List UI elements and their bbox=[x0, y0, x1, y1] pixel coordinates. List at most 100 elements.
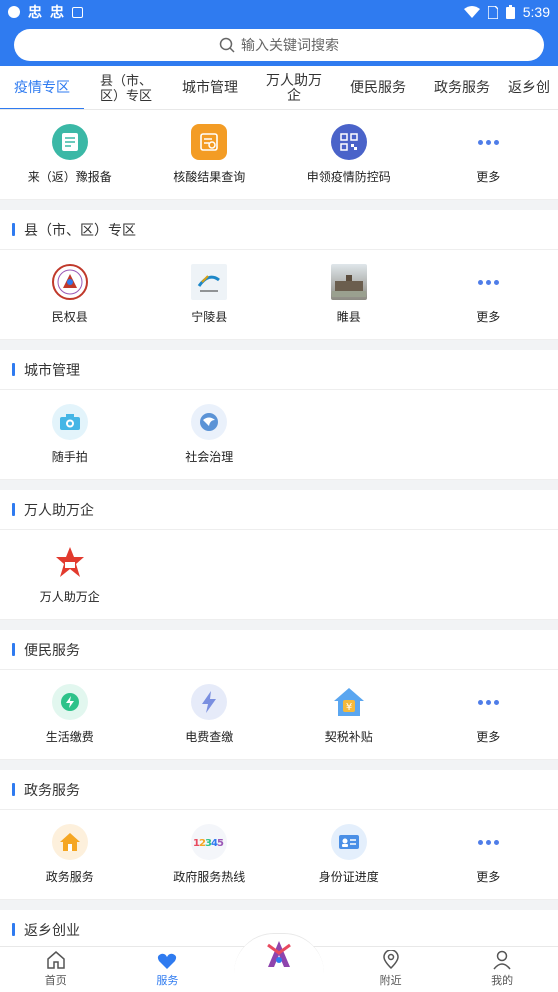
more-icon bbox=[477, 264, 499, 300]
grid-item-label: 核酸结果查询 bbox=[173, 170, 246, 184]
center-logo bbox=[267, 941, 291, 967]
hotline-12345-icon: 12345 bbox=[191, 824, 228, 860]
grid-item-test-result[interactable]: 核酸结果查询 bbox=[140, 124, 280, 199]
search-placeholder: 输入关键词搜索 bbox=[241, 37, 339, 53]
nav-mine[interactable]: 我的 bbox=[446, 947, 558, 992]
search-input[interactable]: 输入关键词搜索 bbox=[14, 29, 544, 61]
grid-item-more[interactable]: 更多 bbox=[419, 824, 558, 899]
grid-item-label: 来（返）豫报备 bbox=[27, 170, 112, 184]
location-icon bbox=[382, 950, 399, 970]
enterprise-grid: 万人助万企 bbox=[0, 530, 558, 620]
id-card-icon bbox=[330, 824, 367, 860]
grid-item-id-card[interactable]: 身份证进度 bbox=[279, 824, 419, 899]
grid-item-label: 宁陵县 bbox=[191, 310, 228, 324]
app-notification-icon bbox=[8, 6, 20, 18]
search-icon bbox=[219, 37, 235, 53]
grid-item-label: 政务服务 bbox=[45, 870, 94, 884]
status-time: 5:39 bbox=[522, 4, 550, 20]
tab-label: 返乡创 bbox=[508, 79, 550, 95]
app-notification-icon bbox=[72, 6, 83, 18]
gov-home-icon bbox=[51, 824, 88, 860]
grid-item-report[interactable]: 来（返）豫报备 bbox=[0, 124, 140, 199]
tax-house-icon: ¥ bbox=[331, 684, 367, 720]
section-title-text: 便民服务 bbox=[24, 641, 80, 658]
grid-item-tax[interactable]: ¥ 契税补贴 bbox=[279, 684, 419, 759]
more-icon bbox=[477, 124, 499, 160]
grid-item-label: 随手拍 bbox=[51, 450, 88, 464]
more-icon bbox=[477, 684, 499, 720]
grid-item-label: 更多 bbox=[476, 310, 501, 324]
tab-label: 城市管理 bbox=[182, 79, 238, 95]
grid-item-label: 契税补贴 bbox=[324, 730, 373, 744]
section-title-convenience: 便民服务 bbox=[0, 630, 558, 670]
grid-item-more[interactable]: 更多 bbox=[419, 684, 558, 759]
header: 输入关键词搜索 bbox=[0, 24, 558, 66]
grid-item-more[interactable]: 更多 bbox=[419, 124, 558, 199]
report-icon bbox=[51, 124, 88, 160]
grid-item-snapshot[interactable]: 随手拍 bbox=[0, 404, 140, 479]
grid-item-governance[interactable]: 社会治理 bbox=[140, 404, 280, 479]
tab-county[interactable]: 县（市、区）专区 bbox=[84, 66, 168, 109]
grid-item-electric[interactable]: 电费查缴 bbox=[140, 684, 280, 759]
nav-nearby[interactable]: 附近 bbox=[335, 947, 447, 992]
grid-item-label: 更多 bbox=[476, 730, 501, 744]
section-title-text: 县（市、区）专区 bbox=[24, 221, 136, 238]
grid-item-minquan[interactable]: 民权县 bbox=[0, 264, 140, 339]
city-grid: 随手拍 社会治理 bbox=[0, 390, 558, 480]
camera-icon bbox=[51, 404, 88, 440]
grid-item-label: 政府服务热线 bbox=[173, 870, 246, 884]
governance-icon bbox=[191, 404, 228, 440]
electric-icon bbox=[191, 684, 228, 720]
grid-item-gov-service[interactable]: 政务服务 bbox=[0, 824, 140, 899]
suixian-photo bbox=[330, 264, 367, 300]
grid-item-label: 更多 bbox=[476, 170, 501, 184]
government-grid: 政务服务 12345 政府服务热线 身份证进度 更多 bbox=[0, 810, 558, 900]
section-title-enterprise: 万人助万企 bbox=[0, 490, 558, 530]
grid-item-label: 更多 bbox=[476, 870, 501, 884]
section-title-government: 政务服务 bbox=[0, 770, 558, 810]
tab-label: 政务服务 bbox=[434, 79, 490, 95]
grid-item-label: 万人助万企 bbox=[39, 590, 100, 604]
grid-item-enterprise[interactable]: 万人助万企 bbox=[0, 544, 140, 619]
section-title-text: 返乡创业 bbox=[24, 921, 80, 938]
app-notification-icon: 忠 bbox=[50, 4, 64, 20]
svg-text:¥: ¥ bbox=[346, 702, 352, 713]
nav-service[interactable]: 服务 bbox=[112, 947, 224, 992]
tab-label: 疫情专区 bbox=[14, 79, 70, 95]
category-tabs: 疫情专区 县（市、区）专区 城市管理 万人助万企 便民服务 政务服务 返乡创 bbox=[0, 66, 558, 110]
grid-item-ningling[interactable]: 宁陵县 bbox=[140, 264, 280, 339]
tab-convenience[interactable]: 便民服务 bbox=[336, 66, 420, 109]
user-icon bbox=[493, 950, 511, 970]
grid-item-utility[interactable]: 生活缴费 bbox=[0, 684, 140, 759]
nav-label: 首页 bbox=[44, 975, 67, 987]
county-grid: 民权县 宁陵县 睢县 更多 bbox=[0, 250, 558, 340]
tab-enterprise[interactable]: 万人助万企 bbox=[252, 66, 336, 109]
grid-item-label: 社会治理 bbox=[185, 450, 234, 464]
no-sim-icon bbox=[487, 5, 498, 19]
tab-hometown[interactable]: 返乡创 bbox=[504, 66, 558, 109]
grid-item-label: 生活缴费 bbox=[45, 730, 94, 744]
grid-item-more[interactable]: 更多 bbox=[419, 264, 558, 339]
minquan-logo bbox=[51, 264, 88, 300]
enterprise-logo bbox=[52, 544, 88, 580]
qr-code-icon bbox=[330, 124, 367, 160]
grid-item-label: 睢县 bbox=[336, 310, 361, 324]
more-icon bbox=[477, 824, 499, 860]
grid-item-label: 电费查缴 bbox=[185, 730, 234, 744]
app-notification-icon: 忠 bbox=[28, 4, 42, 20]
tab-label: 便民服务 bbox=[350, 79, 406, 95]
nav-label: 服务 bbox=[156, 975, 179, 987]
nav-center[interactable] bbox=[223, 933, 335, 992]
tab-government[interactable]: 政务服务 bbox=[420, 66, 504, 109]
section-title-text: 城市管理 bbox=[24, 361, 80, 378]
grid-item-qr-code[interactable]: 申领疫情防控码 bbox=[279, 124, 419, 199]
status-bar: 忠 忠 5:39 bbox=[0, 0, 558, 24]
tab-epidemic[interactable]: 疫情专区 bbox=[0, 66, 84, 109]
grid-item-suixian[interactable]: 睢县 bbox=[279, 264, 419, 339]
main-content: 来（返）豫报备 核酸结果查询 申领疫情防控码 更多 县（市、区）专区 民权县 宁… bbox=[0, 110, 558, 946]
grid-item-hotline[interactable]: 12345 政府服务热线 bbox=[140, 824, 280, 899]
tab-city[interactable]: 城市管理 bbox=[168, 66, 252, 109]
wifi-icon bbox=[463, 6, 480, 18]
grid-item-label: 身份证进度 bbox=[318, 870, 379, 884]
nav-home[interactable]: 首页 bbox=[0, 947, 112, 992]
